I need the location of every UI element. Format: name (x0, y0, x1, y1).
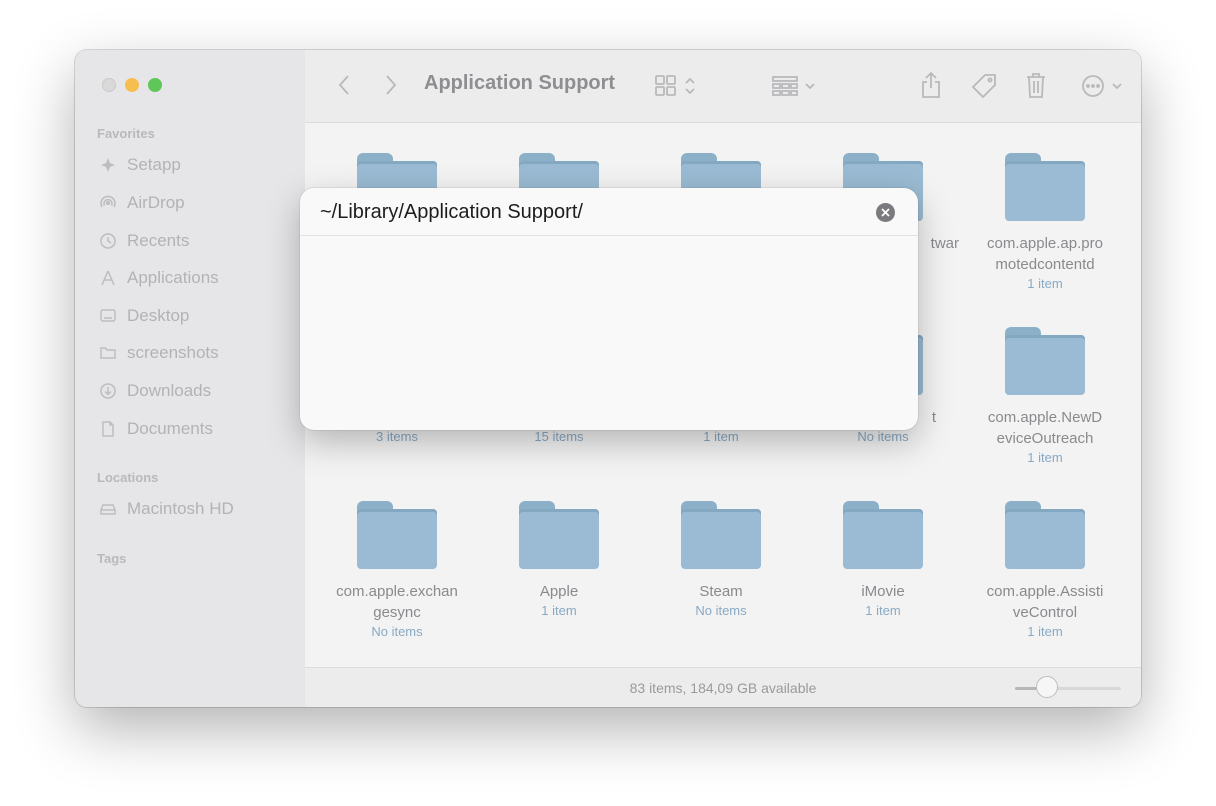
item-name: Steam (699, 583, 743, 600)
applications-icon (101, 270, 115, 286)
sidebar-item-airdrop[interactable]: AirDrop (99, 189, 185, 217)
folder-icon (357, 501, 437, 569)
airdrop-icon (100, 195, 116, 208)
sidebar-item-label: Desktop (127, 306, 190, 325)
more-icon (1082, 75, 1104, 97)
minimize-window-button[interactable] (125, 78, 139, 92)
folder-item[interactable]: com.apple.ap.pro motedcontentd 1 item (964, 153, 1126, 293)
item-name: com.apple.NewD eviceOutreach (987, 409, 1103, 447)
drive-icon (100, 504, 116, 515)
folder-item[interactable]: Apple 1 item (478, 501, 640, 620)
item-count: No items (371, 624, 423, 639)
trash-icon (1027, 73, 1045, 98)
item-count: 1 item (703, 429, 739, 444)
folder-item[interactable]: Steam No items (640, 501, 802, 620)
chevron-down-icon (805, 83, 815, 90)
folder-item[interactable]: com.apple.NewD eviceOutreach 1 item (964, 327, 1126, 467)
item-name: com.apple.Assisti veControl (986, 583, 1104, 621)
item-count: 15 items (534, 429, 584, 444)
folder-icon (681, 501, 761, 569)
trash-button[interactable] (1024, 70, 1048, 100)
folder-item[interactable]: iMovie 1 item (802, 501, 964, 620)
favorites-section-title: Favorites (97, 126, 155, 141)
go-to-folder-dialog (300, 188, 918, 430)
grid-view-icon (655, 75, 676, 96)
tag-icon (971, 74, 996, 99)
item-count: No items (695, 603, 747, 618)
share-button[interactable] (919, 70, 943, 100)
desktop-icon (100, 309, 116, 322)
tags-section-title: Tags (97, 551, 127, 566)
window-title: Application Support (424, 72, 616, 94)
sidebar-item-label: Recents (127, 231, 190, 250)
sidebar-item-screenshots[interactable]: screenshots (99, 339, 219, 367)
sidebar-item-desktop[interactable]: Desktop (99, 302, 189, 330)
sidebar-item-label: Downloads (127, 381, 212, 400)
sidebar-item-applications[interactable]: Applications (99, 264, 219, 292)
folder-item[interactable]: com.apple.exchan gesync No items (316, 501, 478, 641)
tag-button[interactable] (970, 72, 998, 100)
item-count: 1 item (1027, 276, 1063, 291)
folder-icon (100, 347, 116, 359)
share-icon (922, 71, 940, 98)
item-count: 1 item (1027, 450, 1063, 465)
item-count: 3 items (376, 429, 418, 444)
forward-icon (386, 75, 397, 95)
clear-button[interactable] (876, 203, 895, 222)
sidebar-item-macintosh-hd[interactable]: Macintosh HD (99, 495, 234, 523)
sidebar-item-downloads[interactable]: Downloads (99, 377, 211, 405)
status-bar: 83 items, 184,09 GB available (305, 667, 1141, 707)
folder-icon (1005, 501, 1085, 569)
sidebar-item-label: Setapp (127, 155, 181, 174)
sidebar-item-label: screenshots (127, 343, 219, 362)
back-button[interactable] (332, 72, 356, 98)
sidebar-item-label: AirDrop (127, 193, 185, 212)
zoom-window-button[interactable] (148, 78, 162, 92)
group-icon (772, 76, 798, 96)
item-count: No items (857, 429, 909, 444)
folder-icon (519, 501, 599, 569)
window-controls (102, 78, 162, 92)
close-window-button[interactable] (102, 78, 116, 92)
close-icon (881, 208, 890, 217)
sidebar-item-label: Documents (127, 419, 213, 438)
item-count: 1 item (865, 603, 901, 618)
folder-icon (1005, 327, 1085, 395)
icon-size-slider[interactable] (1015, 687, 1121, 690)
toolbar: Application Support (305, 50, 1141, 123)
sidebar-item-label: Applications (127, 268, 219, 287)
sidebar-item-recents[interactable]: Recents (99, 227, 189, 255)
folder-icon (843, 501, 923, 569)
document-icon (102, 421, 114, 437)
item-name: com.apple.ap.pro motedcontentd (987, 235, 1103, 273)
back-icon (338, 75, 349, 95)
sidebar-item-setapp[interactable]: Setapp (99, 151, 181, 179)
group-button[interactable] (768, 74, 820, 98)
sidebar-item-documents[interactable]: Documents (99, 415, 213, 443)
folder-icon (1005, 153, 1085, 221)
sidebar-item-label: Macintosh HD (127, 499, 234, 518)
locations-section-title: Locations (97, 470, 159, 485)
setapp-icon (101, 158, 115, 172)
path-input[interactable] (320, 199, 860, 225)
forward-button[interactable] (379, 72, 403, 98)
divider (300, 235, 918, 236)
slider-knob[interactable] (1035, 676, 1058, 698)
chevron-updown-icon (685, 77, 695, 95)
item-count: 1 item (1027, 624, 1063, 639)
sidebar: Favorites Setapp AirDrop Recents Applica… (75, 50, 306, 707)
item-name: Apple (539, 583, 579, 600)
download-icon (100, 383, 116, 399)
clock-icon (100, 233, 116, 249)
item-name: iMovie (861, 583, 905, 600)
item-count: 1 item (541, 603, 577, 618)
folder-item[interactable]: com.apple.Assisti veControl 1 item (964, 501, 1126, 641)
item-name: com.apple.exchan gesync (336, 583, 458, 621)
chevron-down-icon (1112, 83, 1122, 90)
more-actions-button[interactable] (1077, 74, 1127, 98)
view-mode-button[interactable] (651, 74, 699, 98)
